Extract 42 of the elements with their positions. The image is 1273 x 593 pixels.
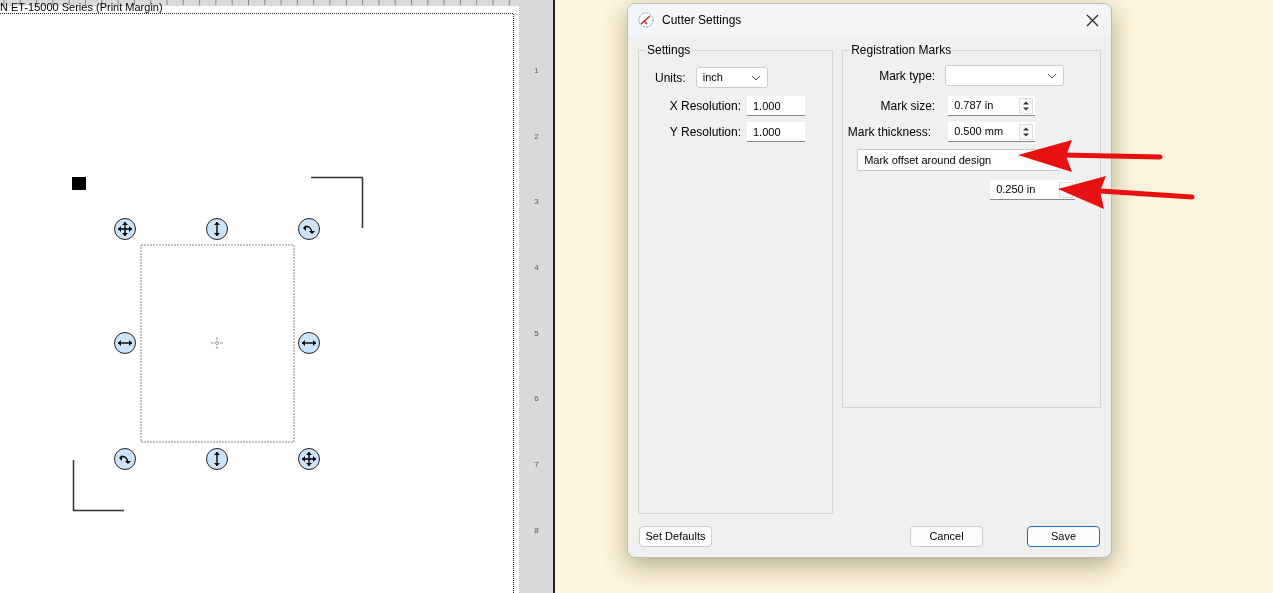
rotate-handle-icon[interactable] xyxy=(114,448,136,470)
ruler-number: 6 xyxy=(534,394,539,406)
resize-handle-icon[interactable] xyxy=(206,218,228,240)
group-title: Registration Marks xyxy=(849,44,954,57)
move-handle-icon[interactable] xyxy=(298,448,320,470)
printer-label: N ET-15000 Series (Print Margin) xyxy=(0,1,163,13)
x-resolution-label: X Resolution: xyxy=(668,98,741,115)
group-title: Settings xyxy=(645,44,693,57)
dialog-button[interactable]: Set Defaults xyxy=(639,526,712,547)
center-icon xyxy=(210,336,224,350)
y-resolution-label: Y Resolution: xyxy=(668,124,741,141)
cutter-icon xyxy=(638,12,654,28)
mark-size-spinbox[interactable]: 0.787 in xyxy=(948,96,1036,116)
units-label: Units: xyxy=(655,69,686,87)
ruler-number: 8 xyxy=(534,525,539,537)
ruler-number: 7 xyxy=(534,460,539,472)
offset-spinbox[interactable]: 0.250 in xyxy=(990,180,1076,200)
resize-handle-icon[interactable] xyxy=(206,448,228,470)
chevron-down-icon xyxy=(1047,72,1058,79)
chevron-down-icon xyxy=(750,74,761,81)
dialog-button[interactable]: Save xyxy=(1027,526,1100,547)
ruler-number: 5 xyxy=(534,328,539,340)
y-resolution-field[interactable]: 1.000 xyxy=(747,122,805,142)
ruler-number: 2 xyxy=(534,131,539,143)
ruler-number: 3 xyxy=(534,197,539,209)
corner-mark xyxy=(310,176,364,229)
mark-thickness-spinbox[interactable]: 0.500 mm xyxy=(948,122,1036,142)
mark-type-label: Mark type: xyxy=(878,67,936,85)
ruler-number: 4 xyxy=(534,263,539,275)
units-dropdown[interactable]: inch xyxy=(695,67,768,88)
mark-size-label: Mark size: xyxy=(879,98,936,115)
move-handle-icon[interactable] xyxy=(114,218,136,240)
resize-handle-icon[interactable] xyxy=(298,332,320,354)
registration-mark xyxy=(72,177,86,190)
dialog-button[interactable]: Cancel xyxy=(910,526,983,547)
rotate-handle-icon[interactable] xyxy=(298,218,320,240)
resize-handle-icon[interactable] xyxy=(114,332,136,354)
corner-mark xyxy=(72,459,125,512)
mark-thickness-label: Mark thickness: xyxy=(847,124,932,141)
ruler-number: 1 xyxy=(534,66,539,77)
x-resolution-field[interactable]: 1.000 xyxy=(747,96,805,116)
window-title: Cutter Settings xyxy=(662,12,742,29)
